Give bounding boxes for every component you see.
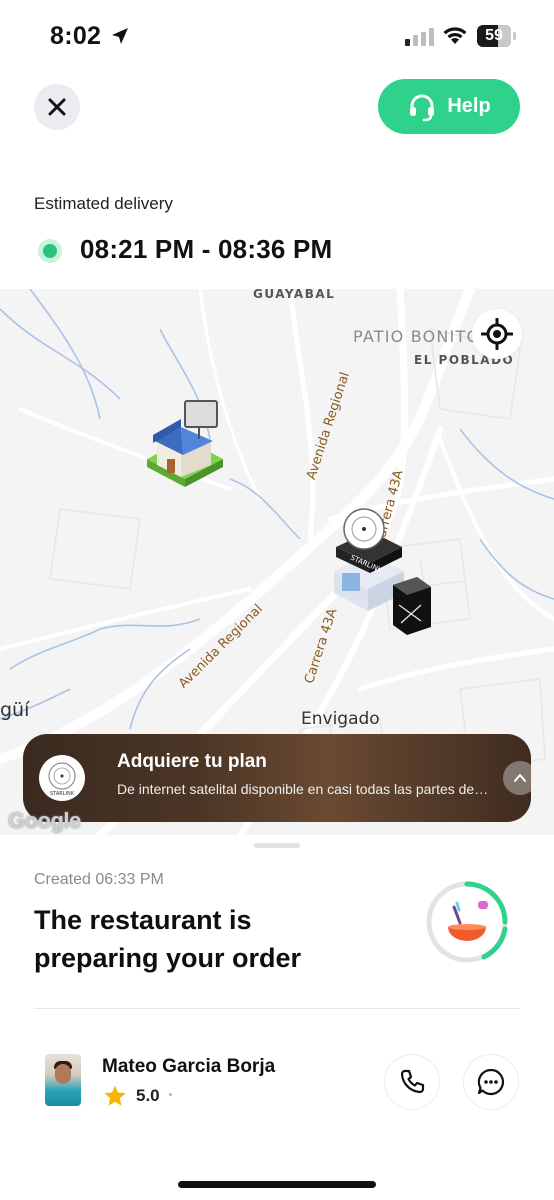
map-label-envigado: Envigado	[301, 709, 380, 729]
house-marker[interactable]	[143, 397, 225, 505]
map-label-guayabal: GUAYABAL	[253, 289, 336, 301]
food-bowl-icon	[448, 901, 488, 941]
crosshair-icon	[481, 318, 513, 350]
battery-indicator: 59	[477, 25, 517, 47]
promo-banner[interactable]: STARLINK Adquiere tu plan De internet sa…	[23, 734, 531, 822]
order-sheet: Created 06:33 PM The restaurant is prepa…	[0, 835, 554, 1200]
recenter-button[interactable]	[472, 309, 522, 359]
home-indicator[interactable]	[178, 1181, 376, 1188]
rating-separator	[169, 1093, 172, 1096]
battery-level: 59	[485, 27, 503, 44]
sheet-divider	[34, 1008, 520, 1009]
banner-subtitle: De internet satelital disponible en casi…	[117, 781, 489, 797]
help-button[interactable]: Help	[378, 79, 520, 134]
svg-text:STARLINK: STARLINK	[50, 791, 75, 797]
google-watermark: Google	[8, 808, 81, 833]
eta-label: Estimated delivery	[34, 194, 173, 213]
sheet-handle[interactable]	[254, 843, 300, 848]
order-status-title: The restaurant is preparing your order	[34, 905, 302, 973]
driver-name: Mateo Garcia Borja	[102, 1056, 276, 1077]
phone-icon	[400, 1069, 425, 1094]
chat-bubble-icon	[477, 1068, 505, 1096]
status-bar: 8:02 59	[0, 0, 554, 72]
map-label-patio-bonito: PATIO BONITO	[353, 327, 481, 346]
device-marker[interactable]	[391, 575, 433, 635]
map-label-itagui: güí	[0, 699, 30, 721]
chat-driver-button[interactable]	[463, 1054, 519, 1110]
driver-avatar[interactable]	[45, 1054, 81, 1106]
help-label: Help	[447, 95, 491, 117]
status-dot-icon	[38, 239, 62, 263]
headset-icon	[410, 94, 435, 121]
star-icon	[104, 1085, 126, 1106]
wifi-icon	[443, 27, 467, 44]
location-arrow-icon	[112, 28, 128, 44]
call-driver-button[interactable]	[384, 1054, 440, 1110]
order-created-time: Created 06:33 PM	[34, 871, 164, 888]
chevron-up-icon	[514, 774, 526, 782]
banner-title: Adquiere tu plan	[117, 751, 267, 772]
close-button[interactable]	[34, 84, 80, 130]
order-progress-ring	[426, 881, 508, 963]
driver-rating: 5.0	[136, 1086, 160, 1105]
close-icon	[48, 98, 66, 116]
status-time: 8:02	[50, 22, 102, 50]
starlink-logo: STARLINK	[39, 755, 85, 801]
eta-window: 08:21 PM - 08:36 PM	[80, 234, 333, 264]
cellular-signal-icon	[405, 28, 434, 46]
banner-expand-button[interactable]	[503, 761, 531, 795]
